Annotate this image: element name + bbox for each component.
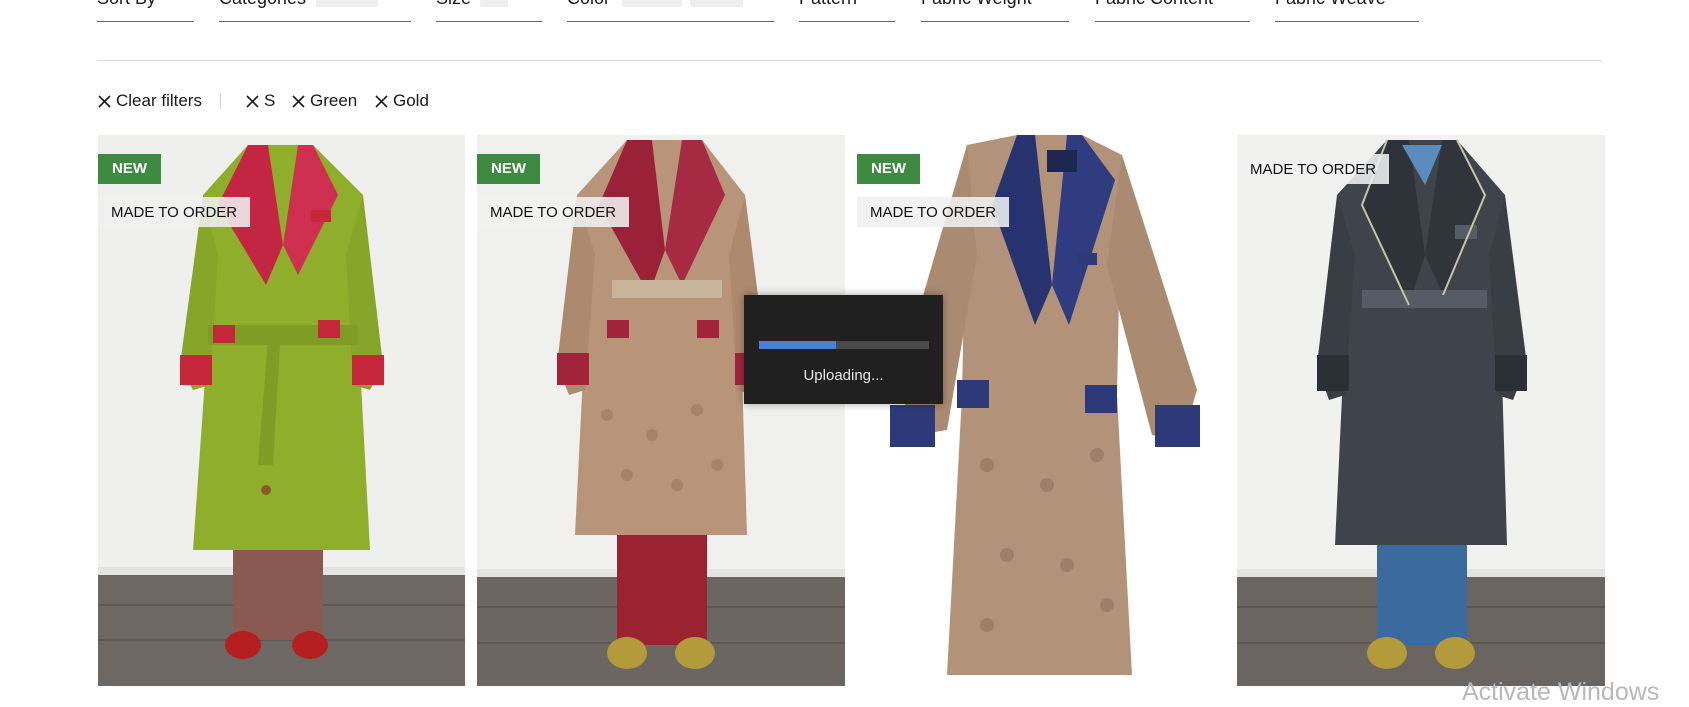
filter-label: Fabric Weave: [1275, 0, 1386, 10]
filter-label: Pattern: [799, 0, 857, 10]
made-to-order-badge: MADE TO ORDER: [1237, 154, 1390, 184]
filter-pattern[interactable]: Pattern: [799, 0, 895, 22]
remove-filter-gold[interactable]: Gold: [374, 88, 429, 114]
filter-fabric-content[interactable]: Fabric Content: [1095, 0, 1250, 22]
filter-sort-by[interactable]: Sort By: [97, 0, 194, 22]
product-image: [1237, 135, 1605, 686]
filter-label: Color: [567, 0, 610, 10]
filter-bar: Sort By Categories Size Color Pattern Fa…: [0, 0, 1689, 24]
product-card[interactable]: MADE TO ORDER: [1237, 135, 1605, 686]
filter-fabric-weight[interactable]: Fabric Weight: [921, 0, 1069, 22]
separator: [220, 93, 221, 109]
product-card[interactable]: NEW MADE TO ORDER: [98, 135, 465, 686]
filter-color[interactable]: Color: [567, 0, 774, 22]
filter-size[interactable]: Size: [436, 0, 542, 22]
filter-label: Categories: [219, 0, 306, 10]
clear-filters-label: Clear filters: [116, 91, 202, 110]
product-card[interactable]: NEW MADE TO ORDER: [477, 135, 845, 686]
product-card[interactable]: NEW MADE TO ORDER: [857, 135, 1225, 686]
filter-label: Size: [436, 0, 471, 10]
filter-label: Fabric Content: [1095, 0, 1213, 10]
selected-value-chip: [316, 0, 378, 7]
selected-value-chip: [690, 0, 743, 7]
progress-bar-fill: [759, 341, 836, 349]
filter-label: Sort By: [97, 0, 156, 10]
new-badge: NEW: [857, 154, 920, 184]
filter-chip-label: Green: [310, 91, 358, 110]
selected-value-chip: [480, 0, 508, 7]
activate-windows-watermark: Activate Windows: [1462, 678, 1660, 706]
filter-chip-label: S: [264, 91, 276, 110]
filter-fabric-weave[interactable]: Fabric Weave: [1275, 0, 1419, 22]
clear-filters-button[interactable]: Clear filters: [97, 88, 202, 114]
filter-categories[interactable]: Categories: [219, 0, 411, 22]
progress-bar: [759, 341, 929, 349]
made-to-order-badge: MADE TO ORDER: [98, 197, 251, 227]
new-badge: NEW: [98, 154, 161, 184]
new-badge: NEW: [477, 154, 540, 184]
filter-chip-label: Gold: [393, 91, 429, 110]
divider: [97, 60, 1602, 61]
made-to-order-badge: MADE TO ORDER: [477, 197, 630, 227]
filter-label: Fabric Weight: [921, 0, 1032, 10]
close-icon: [375, 94, 388, 108]
remove-filter-green[interactable]: Green: [291, 88, 357, 114]
close-icon: [98, 94, 111, 108]
close-icon: [292, 94, 305, 108]
remove-filter-s[interactable]: S: [245, 88, 275, 114]
upload-progress-dialog: Uploading...: [744, 295, 943, 404]
made-to-order-badge: MADE TO ORDER: [857, 197, 1010, 227]
upload-status-text: Uploading...: [803, 367, 884, 384]
selected-value-chip: [622, 0, 682, 7]
close-icon: [246, 94, 259, 108]
